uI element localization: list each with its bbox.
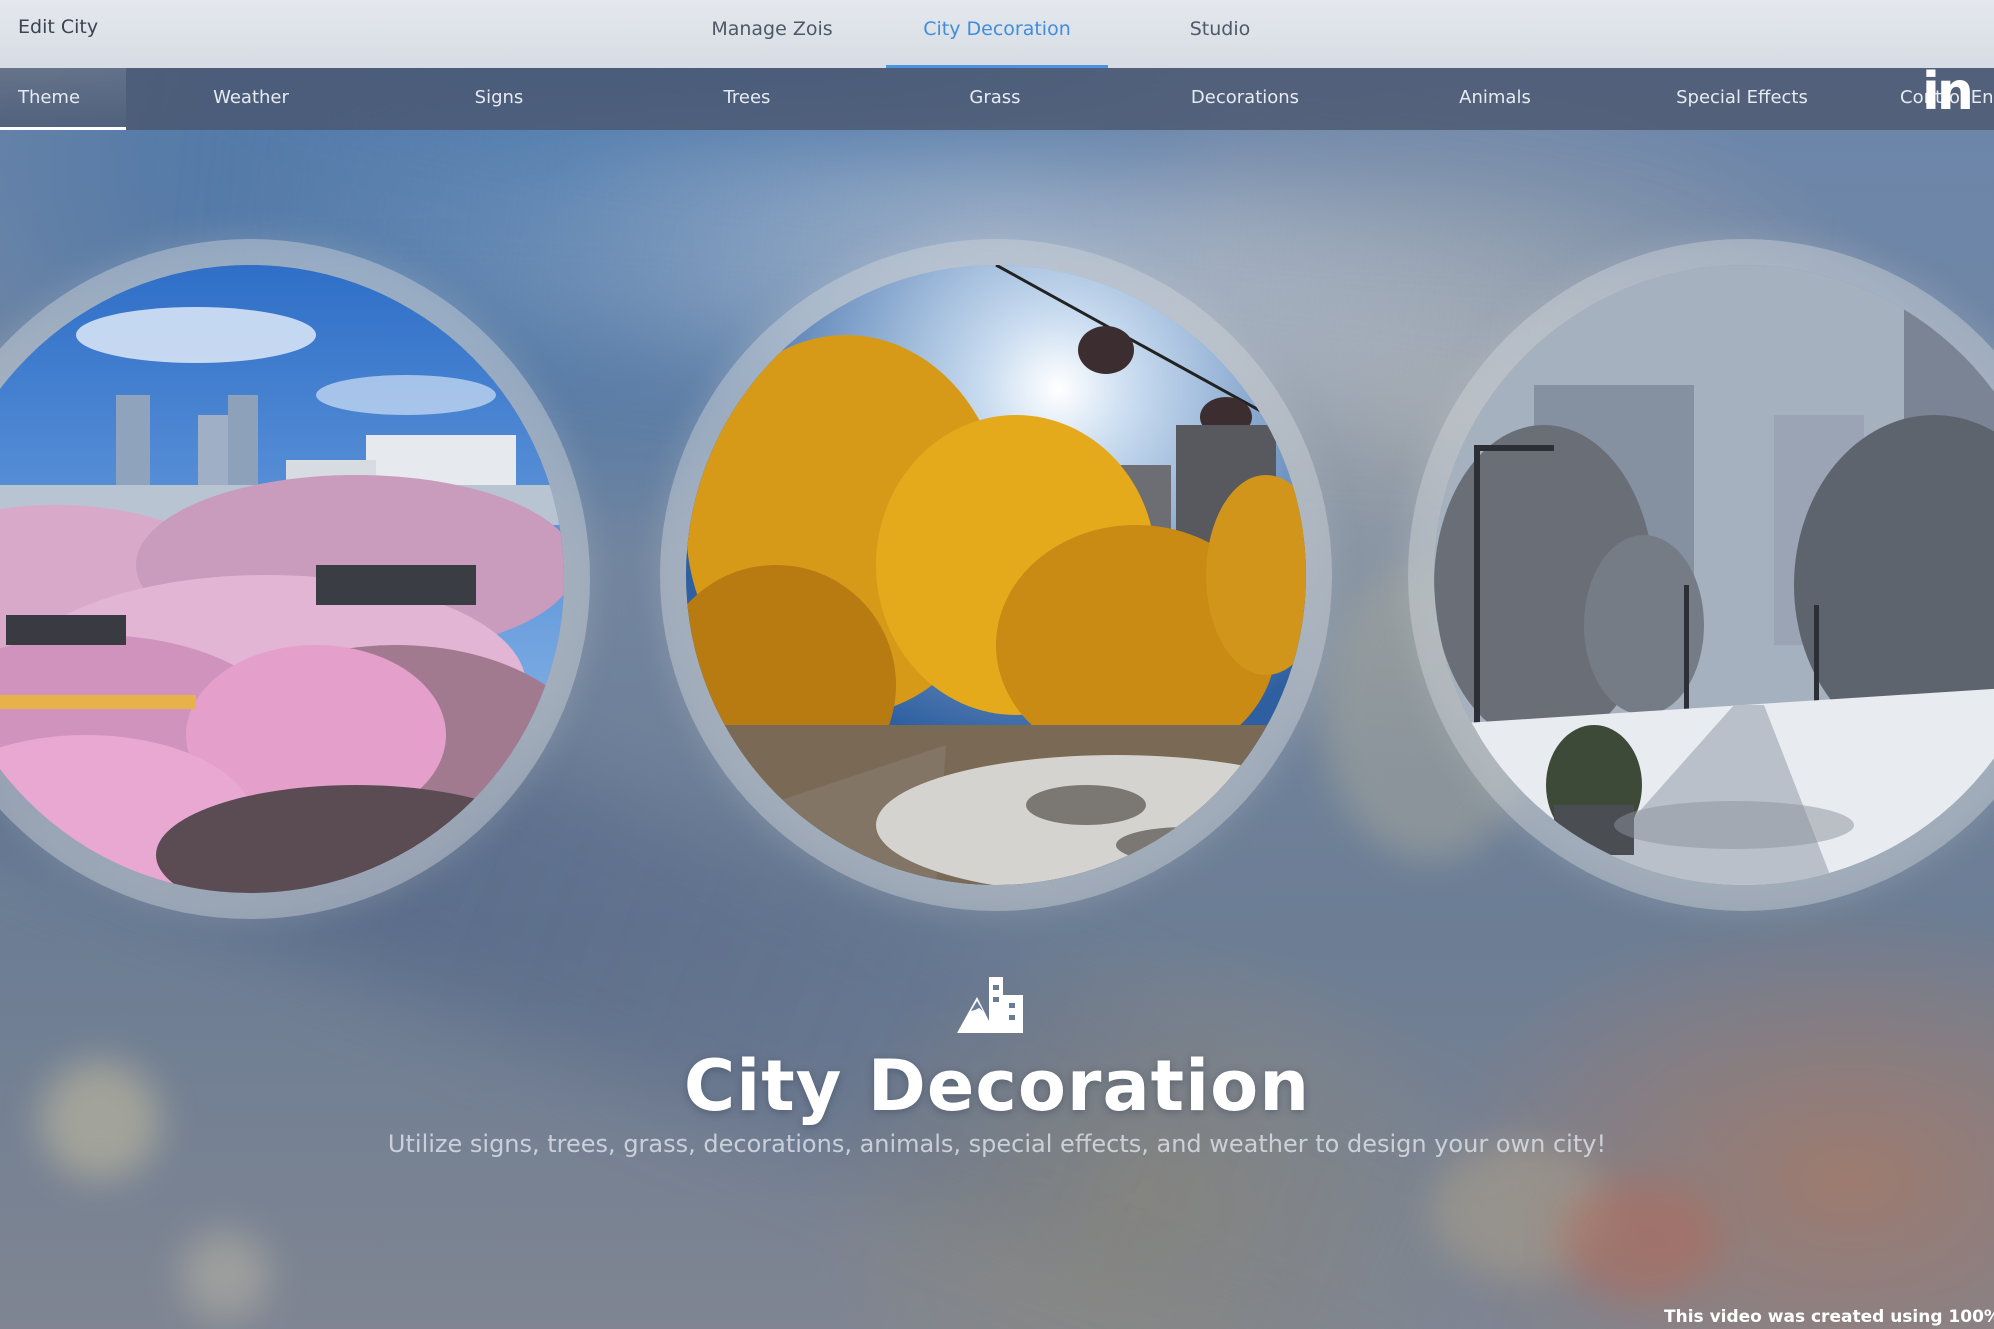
tab-studio[interactable]: Studio bbox=[1140, 0, 1300, 68]
subnav-item-special-effects[interactable]: Special Effects bbox=[1660, 68, 1824, 130]
subnav-item-trees[interactable]: Trees bbox=[672, 68, 822, 130]
tab-manage-zois[interactable]: Manage Zois bbox=[688, 0, 856, 68]
tab-city-decoration[interactable]: City Decoration bbox=[886, 0, 1108, 68]
category-bar: Theme Weather Signs Trees Grass Decorati… bbox=[0, 68, 1994, 130]
hero-title: City Decoration bbox=[683, 1045, 1311, 1127]
preview-autumn[interactable] bbox=[686, 265, 1306, 885]
city-decoration-icon bbox=[957, 977, 1023, 1033]
subnav-item-animals[interactable]: Animals bbox=[1418, 68, 1572, 130]
subnav-item-theme[interactable]: Theme bbox=[0, 68, 126, 130]
footage-watermark: This video was created using 100% in-gam… bbox=[1664, 1307, 1994, 1327]
top-bar: Edit City Manage Zois City Decoration St… bbox=[0, 0, 1994, 68]
subnav-item-signs[interactable]: Signs bbox=[424, 68, 574, 130]
page-title: Edit City bbox=[18, 16, 99, 38]
subnav-item-grass[interactable]: Grass bbox=[920, 68, 1070, 130]
subnav-item-weather[interactable]: Weather bbox=[176, 68, 326, 130]
hero-subtitle: Utilize signs, trees, grass, decorations… bbox=[387, 1130, 1607, 1158]
brand-logo: in bbox=[1922, 62, 1974, 122]
subnav-item-label: Theme bbox=[17, 87, 81, 108]
subnav-item-decorations[interactable]: Decorations bbox=[1168, 68, 1322, 130]
autumn-scene-icon bbox=[686, 265, 1306, 885]
